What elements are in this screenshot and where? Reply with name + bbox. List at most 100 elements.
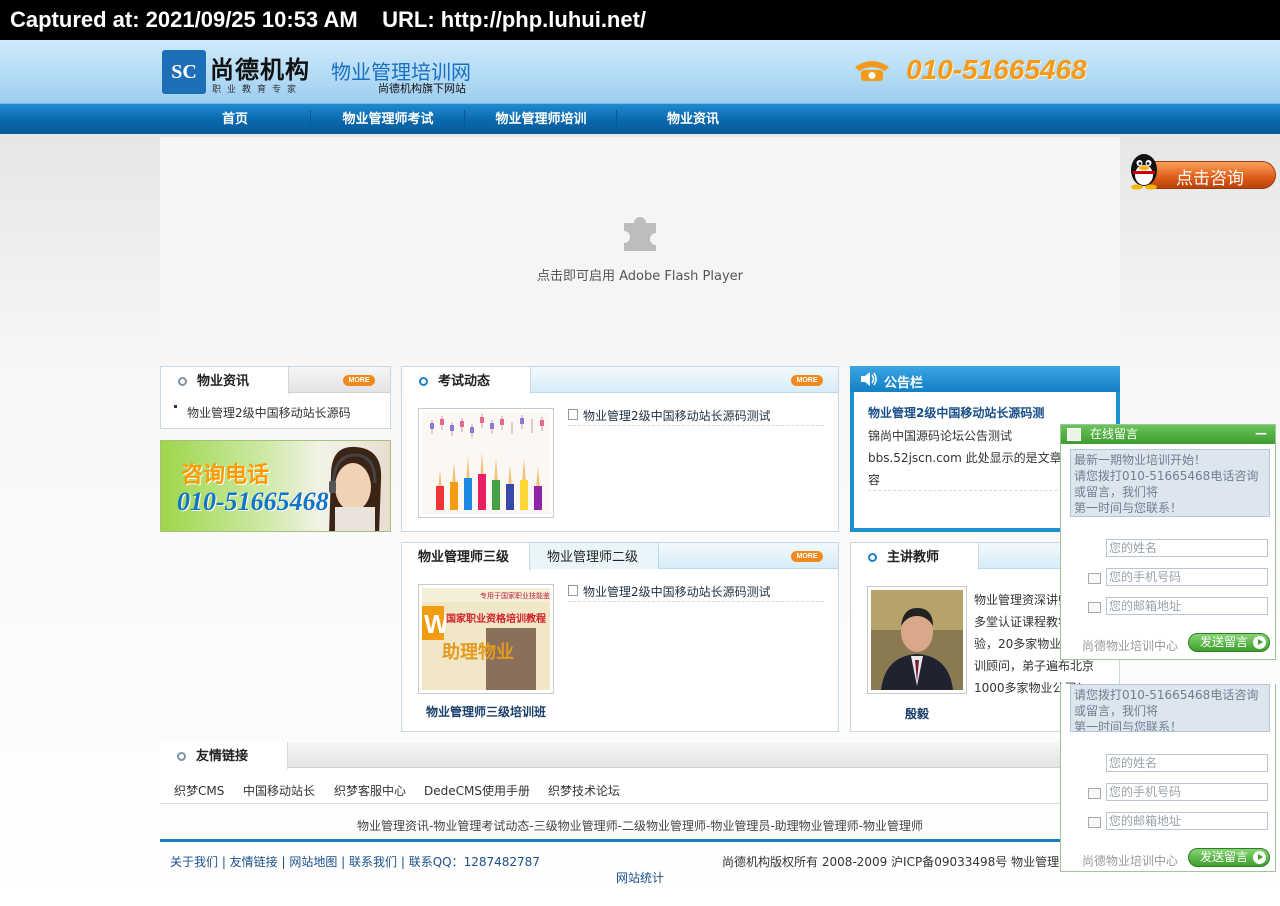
nav-item-training[interactable]: 物业管理师培训 [466, 104, 616, 135]
logo-slogan: 职业教育专家 [212, 85, 303, 95]
property-news-panel: 物业资讯 MORE 物业管理2级中国移动站长源码 [160, 366, 391, 429]
message-text: 最新一期物业培训开始！ 请您拨打010-51665468电话咨询或留言，我们将 … [1074, 453, 1259, 514]
nav-divider [464, 110, 465, 130]
message-widget: 在线留言 — 最新一期物业培训开始！ 请您拨打010-51665468电话咨询或… [1060, 424, 1276, 660]
footer-copyright: 尚德机构版权所有 2008-2009 沪ICP备09033498号 物业管理 [722, 855, 1060, 869]
tab-label: 物业管理师三级 [418, 550, 510, 565]
list-bullet [174, 405, 177, 408]
notice-line: 锦尚中国源码论坛公告测试 [868, 429, 1013, 443]
svg-text:助理物业: 助理物业 [442, 641, 514, 663]
textbook-image[interactable]: 专用于国家职业技能鉴定 W 国家职业资格培训教程 助理物业 [418, 584, 557, 694]
divider [568, 601, 824, 602]
tab-label: 物业管理师二级 [547, 550, 639, 565]
teacher-name[interactable]: 殷毅 [851, 705, 983, 722]
email-field[interactable]: 您的邮箱地址 [1106, 812, 1268, 830]
minimize-button[interactable]: — [1255, 424, 1267, 443]
friend-links: 友情链接 织梦CMS 中国移动站长 织梦客服中心 DedeCMS使用手册 织梦技… [160, 742, 1120, 804]
friend-link[interactable]: 织梦技术论坛 [548, 782, 620, 799]
hotline-number: 010-51665468 [906, 54, 1087, 85]
tab-exam-news[interactable]: 考试动态 [402, 367, 531, 394]
phone-field-icon [1088, 788, 1101, 799]
phone-field-icon [1088, 573, 1101, 584]
pencils-illustration [422, 412, 550, 514]
main-nav: 首页 物业管理师考试 物业管理师培训 物业资讯 [0, 103, 1280, 134]
friend-link[interactable]: 织梦CMS [174, 782, 224, 799]
capture-info-bar: Captured at: 2021/09/25 10:53 AM URL: ht… [0, 0, 1280, 40]
tab-level-three[interactable]: 物业管理师三级 [402, 543, 530, 570]
qq-consult-button[interactable]: 点击咨询 [1124, 150, 1276, 190]
bullet-ring-icon [178, 377, 187, 386]
site-stats-link[interactable]: 网站统计 [616, 869, 664, 886]
manager-levels-panel: 物业管理师三级 物业管理师二级 MORE 专用于国家职业技能鉴定 W 国家职业资… [401, 542, 839, 732]
arrow-right-icon [1253, 851, 1266, 864]
tab-teacher[interactable]: 主讲教师 [851, 543, 979, 570]
message-icon [1067, 428, 1081, 441]
textbook-cover: 专用于国家职业技能鉴定 W 国家职业资格培训教程 助理物业 [422, 588, 557, 690]
teacher-portrait [871, 590, 963, 690]
footer-keywords: 物业管理资讯-物业管理考试动态-三级物业管理师-二级物业管理师-物业管理员-助理… [357, 819, 923, 833]
center-name: 尚德物业培训中心 [1082, 854, 1179, 868]
friend-link[interactable]: DedeCMS使用手册 [424, 782, 530, 799]
nav-divider [616, 110, 617, 130]
teacher-photo[interactable] [867, 586, 967, 694]
friend-link[interactable]: 织梦客服中心 [334, 782, 406, 799]
footer-links[interactable]: 关于我们 | 友情链接 | 网站地图 | 联系我们 | 联系QQ：1287482… [170, 853, 540, 870]
send-message-button[interactable]: 发送留言 [1188, 848, 1270, 867]
speaker-icon [861, 372, 877, 386]
contact-banner[interactable]: 咨询电话 010-51665468 [160, 440, 391, 532]
phone-field[interactable]: 您的手机号码 [1106, 568, 1268, 586]
notice-line: 容 [868, 473, 881, 487]
contact-title: 咨询电话 [181, 462, 270, 487]
nav-item-news[interactable]: 物业资讯 [618, 104, 768, 135]
name-field[interactable]: 您的姓名 [1106, 754, 1268, 772]
tab-label: 物业资讯 [197, 374, 250, 389]
nav-item-exam[interactable]: 物业管理师考试 [312, 104, 464, 135]
nav-item-home[interactable]: 首页 [160, 104, 310, 135]
document-icon [568, 409, 578, 420]
tab-friend-links[interactable]: 友情链接 [160, 742, 288, 769]
tab-label: 友情链接 [196, 749, 249, 764]
send-message-button[interactable]: 发送留言 [1188, 633, 1270, 652]
message-textarea[interactable]: 最新一期物业培训开始！ 请您拨打010-51665468电话咨询或留言，我们将 … [1070, 449, 1270, 517]
arrow-right-icon [1253, 636, 1266, 649]
svg-text:国家职业资格培训教程: 国家职业资格培训教程 [446, 612, 546, 625]
notice-headline[interactable]: 物业管理2级中国移动站长源码测 [868, 404, 1044, 421]
center-name: 尚德物业培训中心 [1082, 639, 1179, 653]
tab-label: 主讲教师 [887, 550, 940, 565]
course-caption[interactable]: 物业管理师三级培训班 [402, 703, 570, 720]
phone-field[interactable]: 您的手机号码 [1106, 783, 1268, 801]
more-button[interactable]: MORE [343, 375, 375, 386]
exam-news-panel: 考试动态 MORE 物业管理2级中国移动站长源码测试 [401, 366, 839, 532]
news-link[interactable]: 物业管理2级中国移动站长源码测试 [583, 583, 771, 600]
divider [568, 425, 824, 426]
email-field[interactable]: 您的邮箱地址 [1106, 597, 1268, 615]
qq-consult-label: 点击咨询 [1176, 169, 1244, 189]
email-field-icon [1088, 817, 1101, 828]
pencils-image[interactable] [418, 408, 554, 518]
svg-text:专用于国家职业技能鉴定: 专用于国家职业技能鉴定 [480, 591, 550, 600]
message-text: 请您拨打010-51665468电话咨询或留言，我们将 第一时间与您联系！ [1074, 688, 1259, 731]
notice-header: 公告栏 [850, 366, 1120, 392]
tab-strip [160, 742, 1120, 768]
tab-property-news[interactable]: 物业资讯 [161, 367, 289, 394]
site-header: SC 尚德机构 职业教育专家 物业管理培训网 尚德机构旗下网站 010-5166… [0, 40, 1280, 103]
flash-placeholder[interactable]: 点击即可启用 Adobe Flash Player [160, 137, 1120, 359]
footer-divider [160, 839, 1120, 842]
qq-penguin-icon [1131, 154, 1157, 190]
name-field[interactable]: 您的姓名 [1106, 539, 1268, 557]
phone-icon [855, 61, 889, 81]
friend-link[interactable]: 中国移动站长 [243, 782, 315, 799]
more-button[interactable]: MORE [791, 375, 823, 386]
logo-text[interactable]: 尚德机构 [210, 50, 310, 85]
news-link[interactable]: 物业管理2级中国移动站长源码 [187, 404, 351, 421]
plugin-puzzle-icon [624, 217, 656, 251]
more-button[interactable]: MORE [791, 551, 823, 562]
message-textarea[interactable]: 请您拨打010-51665468电话咨询或留言，我们将 第一时间与您联系！ [1070, 684, 1270, 732]
flash-enable-text[interactable]: 点击即可启用 Adobe Flash Player [160, 265, 1120, 284]
news-link[interactable]: 物业管理2级中国移动站长源码测试 [583, 407, 771, 424]
send-label: 发送留言 [1200, 850, 1249, 864]
notice-line: bbs.52jscn.com 此处显示的是文章摘 [868, 451, 1074, 465]
logo-mark[interactable]: SC [162, 50, 206, 94]
tab-level-two[interactable]: 物业管理师二级 [531, 543, 659, 569]
message-header[interactable]: 在线留言 — [1061, 425, 1275, 444]
